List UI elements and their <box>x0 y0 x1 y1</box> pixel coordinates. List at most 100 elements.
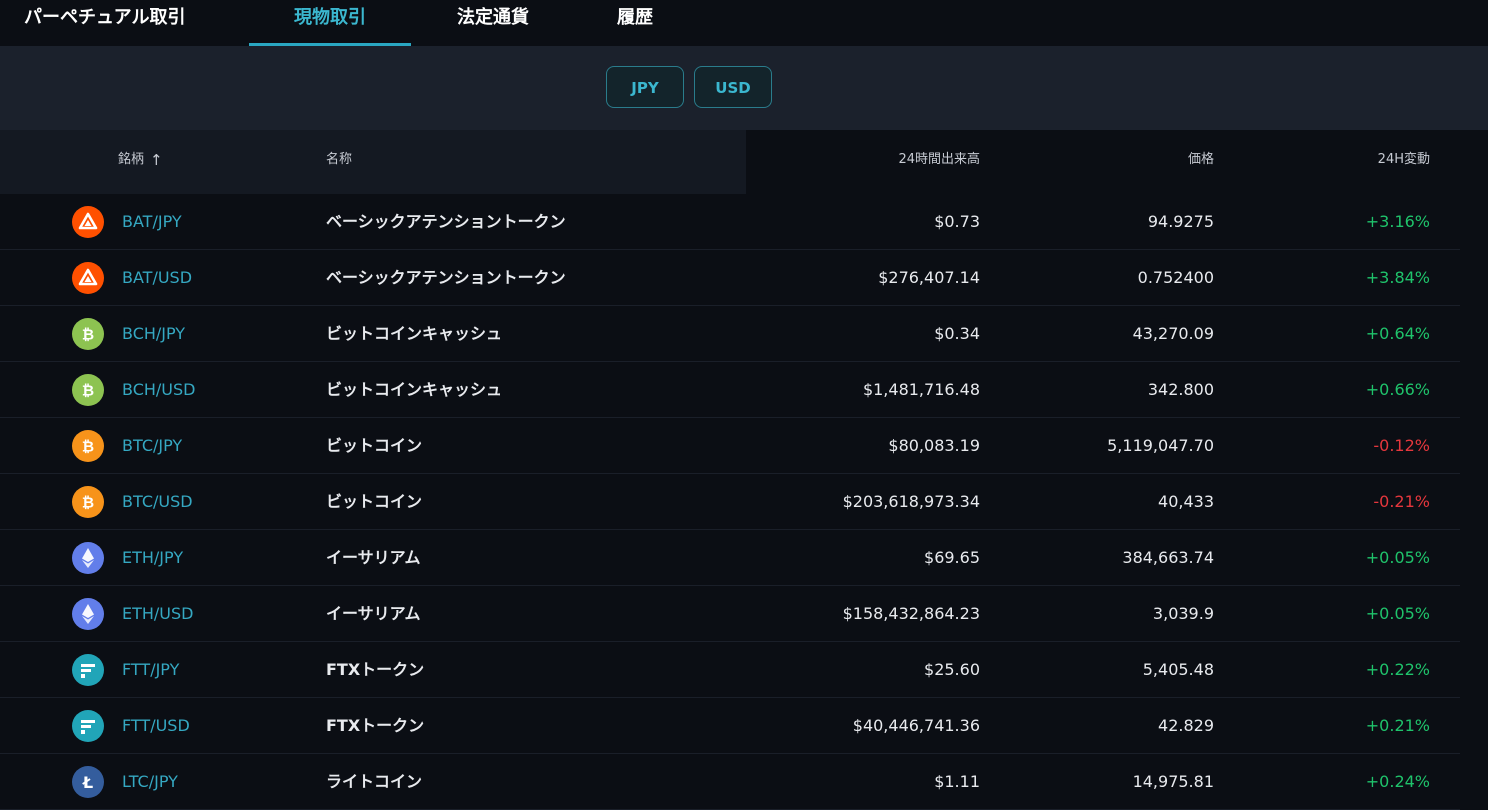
tab-fiat-label: 法定通貨 <box>457 7 529 28</box>
pair-link[interactable]: BCH/JPY <box>122 306 185 361</box>
price-value: 42.829 <box>1158 716 1214 735</box>
pair-link[interactable]: BAT/JPY <box>122 194 182 249</box>
ftt-icon <box>72 654 104 686</box>
symbol-column-header[interactable]: 銘柄 ↑ <box>118 130 163 194</box>
volume-value: $69.65 <box>924 548 980 567</box>
volume-value: $203,618,973.34 <box>842 492 980 511</box>
usd-filter-button[interactable]: USD <box>694 66 772 108</box>
table-header: 銘柄 ↑ 名称 24時間出来高 価格 24H変動 <box>0 130 1460 194</box>
svg-text:₿: ₿ <box>82 494 94 512</box>
pair-link[interactable]: ETH/USD <box>122 586 194 641</box>
table-row[interactable]: FTT/USD FTXトークン $40,446,741.36 42.829 +0.21% <box>0 698 1460 754</box>
volume-value: $40,446,741.36 <box>852 716 980 735</box>
svg-text:₿: ₿ <box>82 326 94 344</box>
tab-spot[interactable]: 現物取引 <box>249 0 411 46</box>
bat-icon <box>72 262 104 294</box>
svg-text:₿: ₿ <box>82 382 94 400</box>
pair-link[interactable]: LTC/JPY <box>122 754 178 809</box>
pair-link[interactable]: BTC/JPY <box>122 418 182 473</box>
svg-text:Ł: Ł <box>82 773 93 792</box>
name-column-header[interactable]: 名称 <box>326 130 352 194</box>
volume-value: $1,481,716.48 <box>862 380 980 399</box>
tab-history[interactable]: 履歴 <box>600 0 670 46</box>
ltc-icon: Ł <box>72 766 104 798</box>
volume-column-header[interactable]: 24時間出来高 <box>898 130 980 194</box>
coin-name: イーサリアム <box>326 548 421 567</box>
coin-name: ビットコイン <box>326 436 423 455</box>
price-value: 3,039.9 <box>1152 604 1214 623</box>
price-value: 342.800 <box>1147 380 1214 399</box>
coin-name: イーサリアム <box>326 604 421 623</box>
table-row[interactable]: ₿ BTC/JPY ビットコイン $80,083.19 5,119,047.70 -0.1… <box>0 418 1460 474</box>
tab-perpetual[interactable]: パーペチュアル取引 <box>24 0 214 46</box>
table-row[interactable]: ₿ BTC/USD ビットコイン $203,618,973.34 40,433 -0.21… <box>0 474 1460 530</box>
price-value: 14,975.81 <box>1132 772 1214 791</box>
pair-link[interactable]: FTT/USD <box>122 698 190 753</box>
tab-spot-label: 現物取引 <box>294 7 366 28</box>
pair-link[interactable]: BAT/USD <box>122 250 192 305</box>
pair-link[interactable]: BTC/USD <box>122 474 193 529</box>
tab-history-label: 履歴 <box>617 7 653 28</box>
coin-name: ビットコイン <box>326 492 423 511</box>
top-nav: パーペチュアル取引 現物取引 法定通貨 履歴 <box>0 0 1488 46</box>
price-value: 43,270.09 <box>1132 324 1214 343</box>
price-column-header[interactable]: 価格 <box>1188 130 1214 194</box>
volume-value: $1.11 <box>934 772 980 791</box>
btc-icon: ₿ <box>72 430 104 462</box>
table-row[interactable]: BAT/USD ベーシックアテンショントークン $276,407.14 0.75240… <box>0 250 1460 306</box>
tab-fiat[interactable]: 法定通貨 <box>440 0 546 46</box>
change-value: -0.12% <box>1373 436 1430 455</box>
change-value: +0.66% <box>1365 380 1430 399</box>
table-row[interactable]: BAT/JPY ベーシックアテンショントークン $0.73 94.9275 +3.16% <box>0 194 1460 250</box>
table-row[interactable]: ETH/USD イーサリアム $158,432,864.23 3,039.9 +0.05… <box>0 586 1460 642</box>
coin-name: FTXトークン <box>326 660 425 679</box>
change-value: +0.22% <box>1365 660 1430 679</box>
coin-name: ベーシックアテンショントークン <box>326 212 566 231</box>
price-value: 40,433 <box>1158 492 1214 511</box>
change-value: +0.21% <box>1365 716 1430 735</box>
svg-text:₿: ₿ <box>82 438 94 456</box>
arrow-up-icon: ↑ <box>150 151 163 169</box>
coin-name: ライトコイン <box>326 772 423 791</box>
volume-value: $276,407.14 <box>878 268 980 287</box>
price-value: 0.752400 <box>1137 268 1214 287</box>
pair-link[interactable]: ETH/JPY <box>122 530 183 585</box>
market-table-body: BAT/JPY ベーシックアテンショントークン $0.73 94.9275 +3.16%… <box>0 194 1460 810</box>
coin-name: ビットコインキャッシュ <box>326 324 503 343</box>
price-value: 5,119,047.70 <box>1107 436 1214 455</box>
jpy-filter-button[interactable]: JPY <box>606 66 684 108</box>
coin-name: ビットコインキャッシュ <box>326 380 503 399</box>
volume-value: $0.34 <box>934 324 980 343</box>
bat-icon <box>72 206 104 238</box>
coin-name: FTXトークン <box>326 716 425 735</box>
change-value: +0.24% <box>1365 772 1430 791</box>
pair-link[interactable]: FTT/JPY <box>122 642 179 697</box>
table-row[interactable]: FTT/JPY FTXトークン $25.60 5,405.48 +0.22% <box>0 642 1460 698</box>
table-row[interactable]: ₿ BCH/USD ビットコインキャッシュ $1,481,716.48 342.800 +… <box>0 362 1460 418</box>
change-value: +3.84% <box>1365 268 1430 287</box>
tab-perpetual-label: パーペチュアル取引 <box>24 7 186 28</box>
bch-icon: ₿ <box>72 374 104 406</box>
ftt-icon <box>72 710 104 742</box>
btc-icon: ₿ <box>72 486 104 518</box>
change-value: +0.64% <box>1365 324 1430 343</box>
symbol-header-label: 銘柄 <box>118 152 145 167</box>
volume-value: $25.60 <box>924 660 980 679</box>
table-row[interactable]: Ł LTC/JPY ライトコイン $1.11 14,975.81 +0.24% <box>0 754 1460 810</box>
coin-name: ベーシックアテンショントークン <box>326 268 566 287</box>
change-column-header[interactable]: 24H変動 <box>1378 130 1430 194</box>
volume-value: $158,432,864.23 <box>842 604 980 623</box>
pair-link[interactable]: BCH/USD <box>122 362 195 417</box>
table-row[interactable]: ETH/JPY イーサリアム $69.65 384,663.74 +0.05% <box>0 530 1460 586</box>
change-value: -0.21% <box>1373 492 1430 511</box>
eth-icon <box>72 598 104 630</box>
volume-value: $0.73 <box>934 212 980 231</box>
volume-value: $80,083.19 <box>888 436 980 455</box>
price-value: 5,405.48 <box>1142 660 1214 679</box>
price-value: 94.9275 <box>1147 212 1214 231</box>
bch-icon: ₿ <box>72 318 104 350</box>
change-value: +0.05% <box>1365 604 1430 623</box>
table-row[interactable]: ₿ BCH/JPY ビットコインキャッシュ $0.34 43,270.09 +0.64% <box>0 306 1460 362</box>
change-value: +3.16% <box>1365 212 1430 231</box>
eth-icon <box>72 542 104 574</box>
